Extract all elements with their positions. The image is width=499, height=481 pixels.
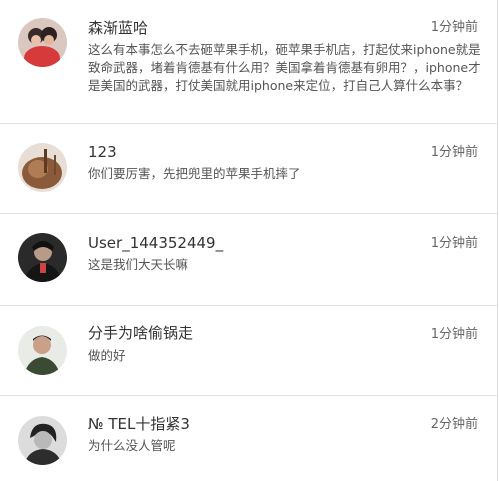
avatar[interactable] <box>18 416 67 465</box>
comment-item: User_144352449_ 1分钟前 这是我们大天长嘛 <box>0 214 497 305</box>
comment-text: 为什么没人管呢 <box>88 438 176 453</box>
comment-time: 1分钟前 <box>430 20 478 35</box>
comment-text: 你们要厉害，先把兜里的苹果手机摔了 <box>88 166 301 181</box>
user-avatar-icon <box>18 18 67 67</box>
avatar[interactable] <box>18 143 67 192</box>
comment-username[interactable]: 分手为啥偷锅走 <box>88 324 193 342</box>
comment-username[interactable]: 123 <box>88 143 117 161</box>
comment-item: № TEL十指紧3 2分钟前 为什么没人管呢 <box>0 396 497 481</box>
avatar[interactable] <box>18 233 67 282</box>
comment-time: 1分钟前 <box>430 327 478 342</box>
user-avatar-icon <box>18 416 67 465</box>
comment-text: 这么有本事怎么不去砸苹果手机，砸苹果手机店，打起仗来iphone就是致命武器，堵… <box>88 42 481 93</box>
comment-item: 分手为啥偷锅走 1分钟前 做的好 <box>0 306 497 395</box>
user-avatar-icon <box>18 233 67 282</box>
comment-username[interactable]: № TEL十指紧3 <box>88 415 190 433</box>
comment-text: 这是我们大天长嘛 <box>88 257 189 272</box>
user-avatar-icon <box>18 326 67 375</box>
user-avatar-icon <box>18 143 67 192</box>
comment-item: 123 1分钟前 你们要厉害，先把兜里的苹果手机摔了 <box>0 124 497 213</box>
avatar[interactable] <box>18 326 67 375</box>
comment-list: 森渐蓝哈 1分钟前 这么有本事怎么不去砸苹果手机，砸苹果手机店，打起仗来ipho… <box>0 0 498 481</box>
comment-username[interactable]: 森渐蓝哈 <box>88 19 148 37</box>
comment-text: 做的好 <box>88 348 126 363</box>
avatar[interactable] <box>18 18 67 67</box>
comment-item: 森渐蓝哈 1分钟前 这么有本事怎么不去砸苹果手机，砸苹果手机店，打起仗来ipho… <box>0 0 497 123</box>
comment-time: 2分钟前 <box>430 417 478 432</box>
comment-time: 1分钟前 <box>430 145 478 160</box>
comment-username[interactable]: User_144352449_ <box>88 234 223 252</box>
comment-time: 1分钟前 <box>430 236 478 251</box>
